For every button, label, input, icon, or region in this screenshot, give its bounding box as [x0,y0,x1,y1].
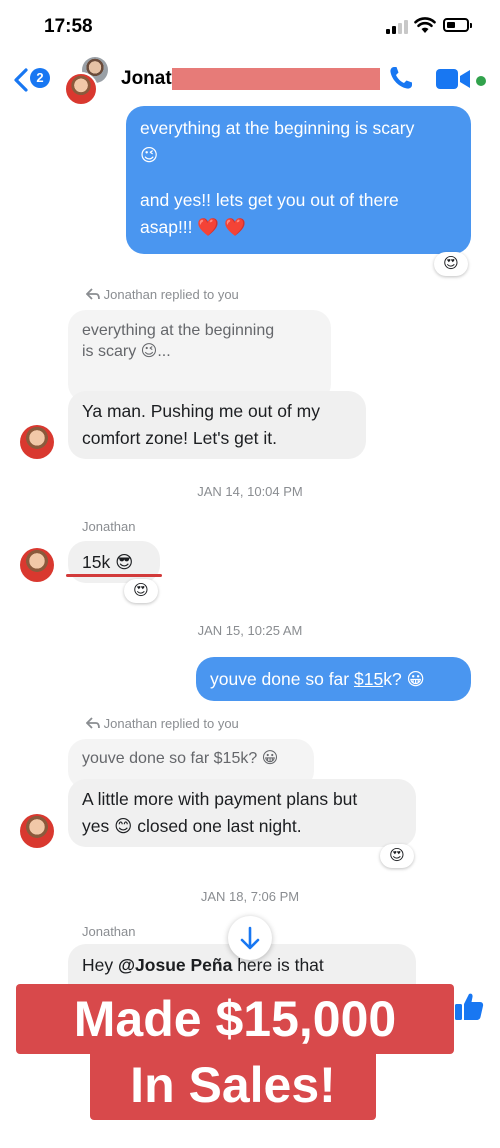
mention[interactable]: @Josue Peña [118,955,232,975]
message-text: k? 😀 [383,669,425,689]
message-text: and yes!! lets get you out of there [140,190,399,210]
avatar [20,548,54,582]
arrow-down-icon [240,926,260,950]
message-text: everything at the beginning is scary [140,118,415,138]
message-text: Hey [82,955,118,975]
message-text: asap!!! ❤️ ❤️ [140,217,246,237]
wifi-icon [414,17,436,33]
reply-arrow-icon [85,288,100,300]
message-text: A little more with payment plans but [82,789,358,809]
status-time: 17:58 [44,16,93,37]
contact-name[interactable]: Jonat [121,68,172,90]
signal-icon [386,20,410,34]
reaction-badge[interactable]: 😍 [434,252,468,276]
avatar [20,425,54,459]
timestamp: JAN 18, 7:06 PM [200,889,300,904]
timestamp: JAN 15, 10:25 AM [197,623,303,638]
message-emoji: 😉 [140,145,159,165]
promo-banner-line2: In Sales! [90,1050,376,1120]
underline-annotation [66,574,162,577]
quoted-message[interactable]: everything at the beginning is scary 😉..… [68,310,331,402]
phone-icon[interactable] [387,64,415,92]
sender-name: Jonathan [82,924,136,939]
reaction-badge[interactable]: 😍 [380,844,414,868]
quote-text: youve done so far $15k? 😀 [82,750,279,767]
received-message[interactable]: A little more with payment plans but yes… [68,779,416,847]
unread-count-badge[interactable]: 2 [30,68,50,88]
avatar [64,72,98,106]
quote-text: everything at the beginning [82,322,275,339]
promo-banner-line1: Made $15,000 [16,984,454,1054]
avatar [20,814,54,848]
message-link[interactable]: $15 [354,669,383,689]
reply-label: Jonathan replied to you [85,716,239,731]
sent-message[interactable]: youve done so far $15k? 😀 [196,657,471,701]
sender-name: Jonathan [82,519,136,534]
quote-text: is scary 😉... [82,343,171,360]
reply-label-text: Jonathan replied to you [103,716,239,731]
scroll-down-button[interactable] [228,916,272,960]
message-text: yes 😊 closed one last night. [82,816,302,836]
message-text: Ya man. Pushing me out of my [82,401,320,421]
reply-label-text: Jonathan replied to you [103,287,239,302]
reaction-badge[interactable]: 😍 [124,579,158,603]
received-message[interactable]: Ya man. Pushing me out of my comfort zon… [68,391,366,459]
message-text: comfort zone! Let's get it. [82,428,277,448]
video-icon[interactable] [436,68,472,90]
online-indicator [476,76,486,86]
message-text: 15k 😎 [82,552,134,572]
message-text: youve done so far [210,669,354,689]
battery-icon [443,18,472,32]
timestamp: JAN 14, 10:04 PM [197,484,303,499]
redaction-bar [172,68,380,90]
reply-label: Jonathan replied to you [85,287,239,302]
thumbs-up-icon[interactable] [452,990,486,1024]
reply-arrow-icon [85,717,100,729]
sent-message[interactable]: everything at the beginning is scary 😉 a… [126,106,471,254]
